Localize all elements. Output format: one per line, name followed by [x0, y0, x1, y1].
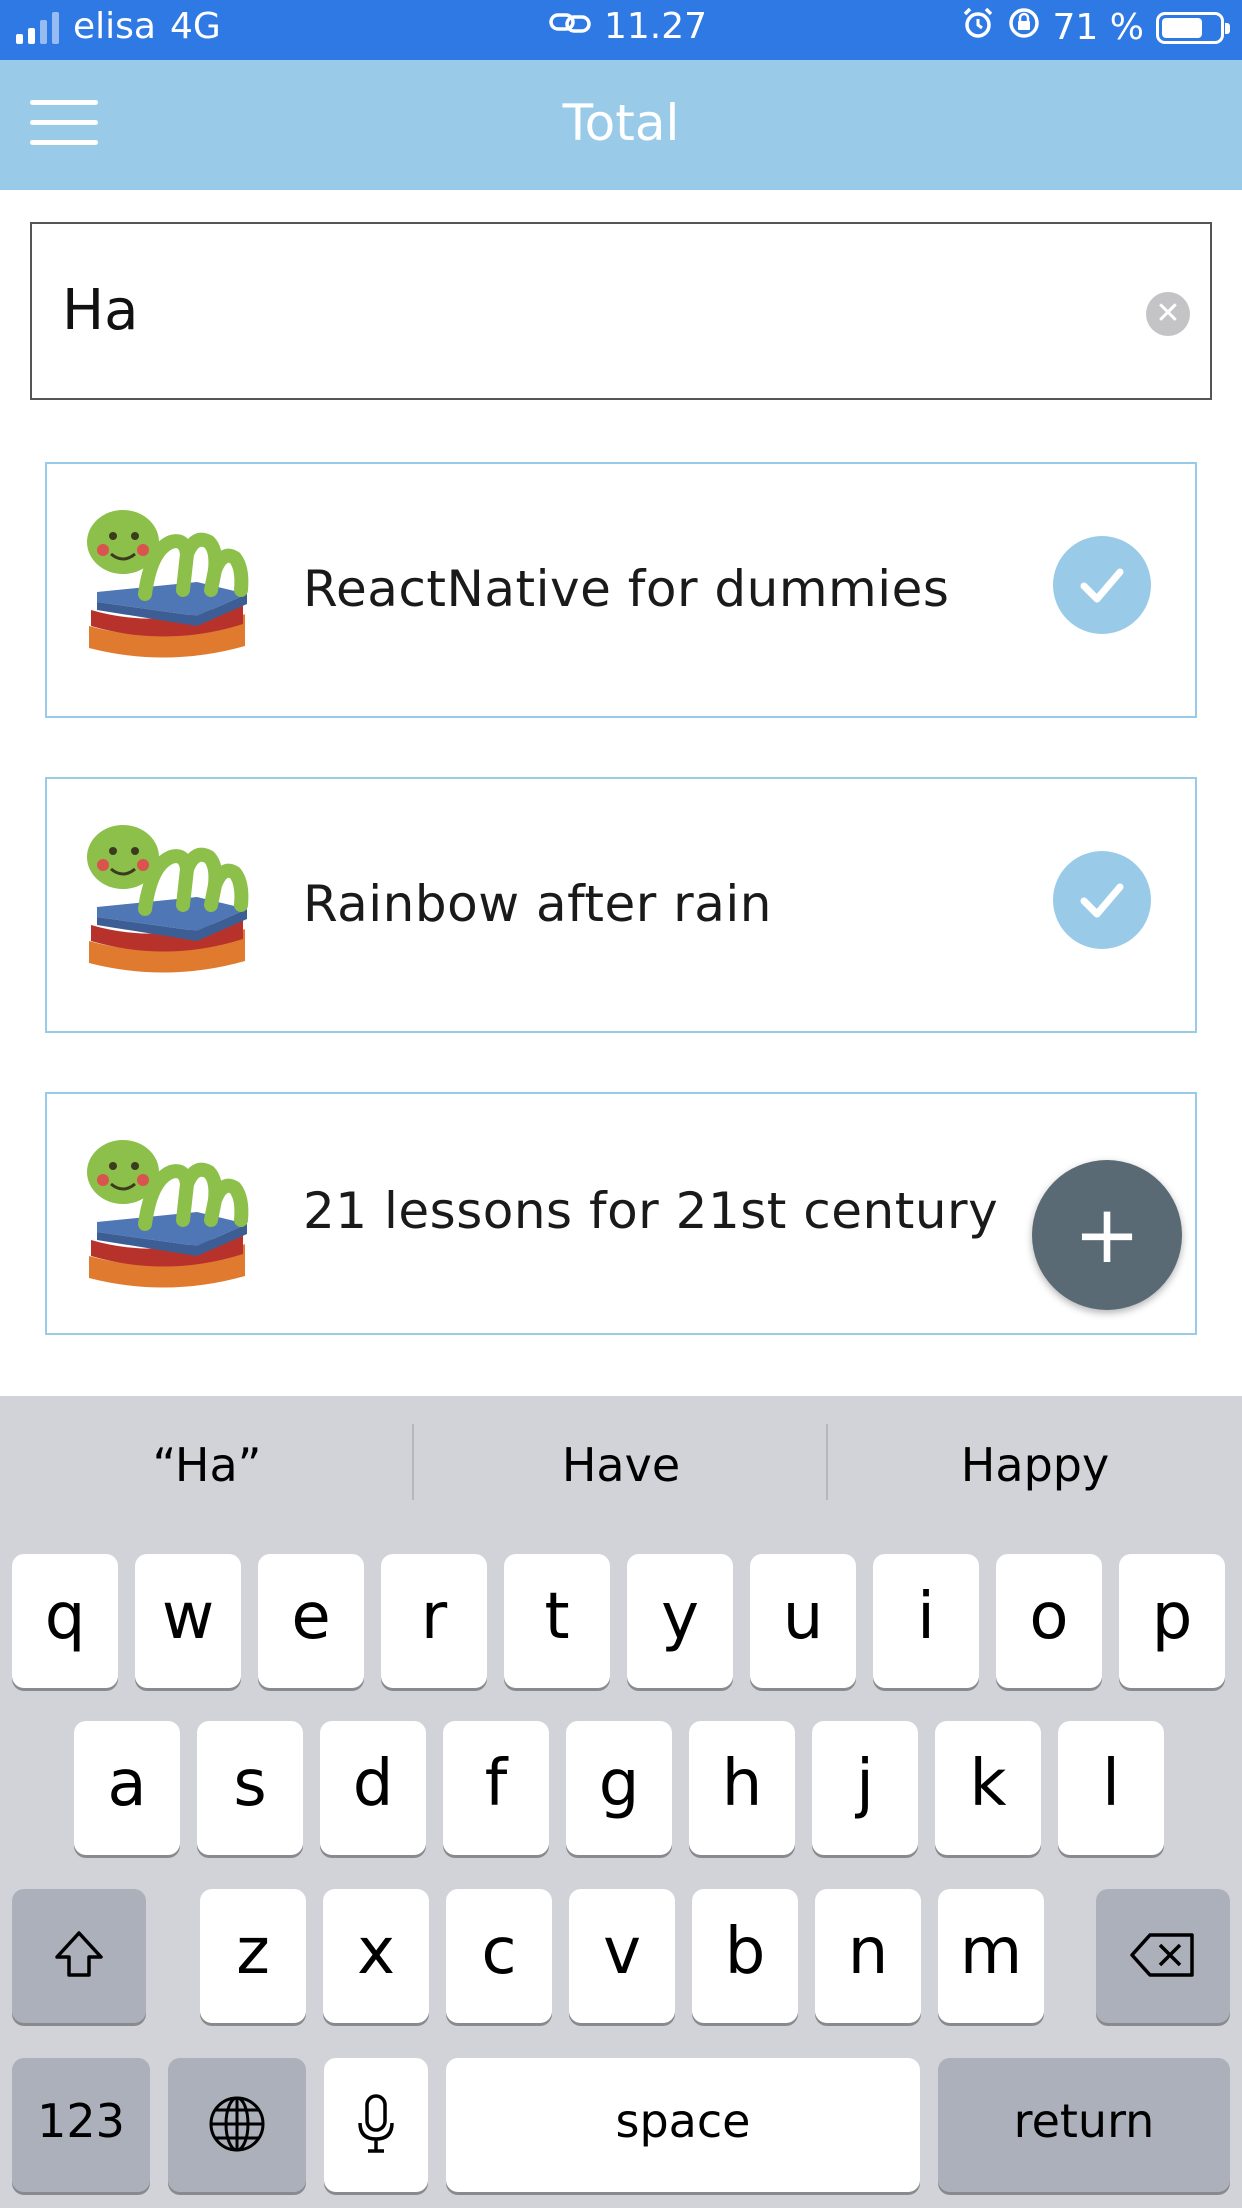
key-u[interactable]: u — [750, 1554, 856, 1688]
checkmark-icon[interactable] — [1053, 536, 1151, 634]
battery-icon — [1156, 11, 1230, 44]
clear-icon[interactable]: ✕ — [1146, 292, 1190, 336]
nav-bar: Total — [0, 60, 1242, 190]
key-k[interactable]: k — [935, 1721, 1041, 1855]
book-title: Rainbow after rain — [303, 875, 772, 933]
globe-icon[interactable] — [168, 2058, 306, 2192]
bookworm-icon — [77, 498, 257, 678]
backspace-key[interactable] — [1096, 1889, 1230, 2023]
network-type: 4G — [169, 6, 221, 47]
bookworm-icon — [77, 813, 257, 993]
key-e[interactable]: e — [258, 1554, 364, 1688]
space-key[interactable]: space — [446, 2058, 920, 2192]
book-card[interactable]: ReactNative for dummies — [45, 462, 1197, 718]
key-z[interactable]: z — [200, 1889, 306, 2023]
clock-time: 11.27 — [604, 6, 708, 47]
key-d[interactable]: d — [320, 1721, 426, 1855]
suggestion-item[interactable]: “Ha” — [0, 1396, 414, 1534]
bookworm-icon — [77, 1128, 257, 1308]
suggestion-bar: “Ha” Have Happy — [0, 1396, 1242, 1534]
key-s[interactable]: s — [197, 1721, 303, 1855]
key-x[interactable]: x — [323, 1889, 429, 2023]
battery-percent: 71 % — [1052, 7, 1144, 48]
book-title: 21 lessons for 21st century — [303, 1182, 999, 1240]
search-box: ✕ — [30, 222, 1212, 400]
rotation-lock-icon — [1007, 6, 1041, 49]
key-g[interactable]: g — [566, 1721, 672, 1855]
status-left: elisa 4G — [16, 6, 221, 47]
key-m[interactable]: m — [938, 1889, 1044, 2023]
signal-strength-icon — [16, 10, 59, 44]
key-p[interactable]: p — [1119, 1554, 1225, 1688]
page-title: Total — [562, 94, 680, 152]
status-right: 71 % — [961, 6, 1230, 49]
suggestion-item[interactable]: Have — [414, 1396, 828, 1534]
key-l[interactable]: l — [1058, 1721, 1164, 1855]
numbers-key[interactable]: 123 — [12, 2058, 150, 2192]
key-b[interactable]: b — [692, 1889, 798, 2023]
microphone-icon[interactable] — [324, 2058, 428, 2192]
carrier-name: elisa — [73, 6, 156, 47]
keyboard: “Ha” Have Happy qwertyuiop asdfghjkl zxcvb… — [0, 1396, 1242, 2208]
key-o[interactable]: o — [996, 1554, 1102, 1688]
alarm-icon — [961, 6, 995, 49]
key-v[interactable]: v — [569, 1889, 675, 2023]
key-r[interactable]: r — [381, 1554, 487, 1688]
key-n[interactable]: n — [815, 1889, 921, 2023]
key-i[interactable]: i — [873, 1554, 979, 1688]
battery-fill — [1162, 17, 1202, 38]
key-f[interactable]: f — [443, 1721, 549, 1855]
key-a[interactable]: a — [74, 1721, 180, 1855]
key-j[interactable]: j — [812, 1721, 918, 1855]
suggestion-item[interactable]: Happy — [828, 1396, 1242, 1534]
key-y[interactable]: y — [627, 1554, 733, 1688]
shift-key[interactable] — [12, 1889, 146, 2023]
return-key[interactable]: return — [938, 2058, 1230, 2192]
key-c[interactable]: c — [446, 1889, 552, 2023]
status-bar: elisa 4G 11.27 71 % — [0, 0, 1242, 60]
book-card[interactable]: Rainbow after rain — [45, 777, 1197, 1033]
book-card[interactable]: 21 lessons for 21st century — [45, 1092, 1197, 1335]
book-title: ReactNative for dummies — [303, 560, 950, 618]
status-center: 11.27 — [548, 6, 707, 47]
search-input[interactable] — [60, 264, 1094, 356]
key-h[interactable]: h — [689, 1721, 795, 1855]
add-button[interactable]: + — [1032, 1160, 1182, 1310]
link-icon — [548, 6, 592, 47]
key-w[interactable]: w — [135, 1554, 241, 1688]
key-t[interactable]: t — [504, 1554, 610, 1688]
checkmark-icon[interactable] — [1053, 851, 1151, 949]
key-q[interactable]: q — [12, 1554, 118, 1688]
